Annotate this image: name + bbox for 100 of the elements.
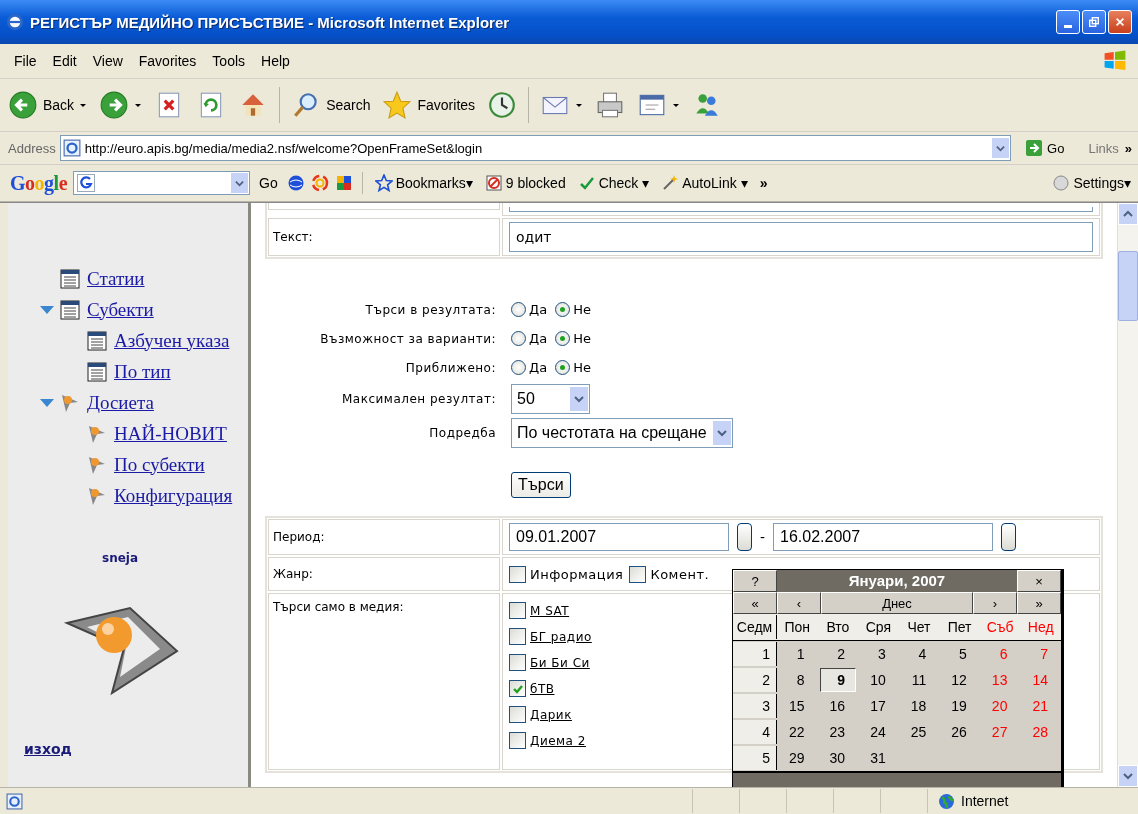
radio-button[interactable] [511, 331, 526, 346]
radio-button[interactable] [555, 302, 571, 317]
checkbox[interactable] [509, 680, 526, 697]
bookmarks-button[interactable]: Bookmarks▾ [371, 174, 476, 192]
close-button[interactable] [1108, 10, 1132, 34]
calendar-day[interactable]: 18 [900, 694, 938, 718]
dropdown-button[interactable] [231, 173, 248, 193]
calendar-nav-button[interactable]: › [973, 592, 1017, 614]
calendar-nav-button[interactable]: ‹ [777, 592, 821, 614]
checkbox[interactable] [509, 732, 526, 749]
media-link[interactable]: Би Би Си [530, 655, 590, 670]
search-field[interactable] [73, 171, 250, 195]
puzzle-icon[interactable] [334, 174, 353, 192]
checkbox[interactable] [509, 565, 526, 583]
media-link[interactable]: Диема 2 [530, 733, 586, 748]
help-button[interactable]: ? [733, 570, 777, 592]
radio-button[interactable] [555, 331, 571, 346]
checkbox[interactable] [629, 565, 647, 583]
checkbox[interactable] [509, 602, 526, 619]
calendar-day[interactable]: 30 [819, 746, 857, 770]
tree-link[interactable]: Конфигурация [114, 484, 233, 507]
autolink-button[interactable]: AutoLink ▾ [658, 174, 751, 192]
calendar-day[interactable]: 22 [779, 720, 816, 744]
expand-arrow-icon[interactable] [40, 305, 54, 314]
calendar-day[interactable]: 15 [779, 694, 816, 718]
text-input[interactable]: одит [509, 222, 1093, 252]
calendar-day[interactable]: 8 [779, 668, 816, 692]
menu-item[interactable]: Edit [44, 53, 85, 69]
calendar-nav-button[interactable]: Днес [821, 592, 973, 614]
scroll-down-button[interactable] [1118, 765, 1138, 787]
calendar-day[interactable]: 26 [941, 720, 978, 744]
calendar-day[interactable]: 1 [779, 642, 816, 666]
calendar-day[interactable]: 25 [900, 720, 938, 744]
dropdown-button[interactable] [992, 138, 1010, 158]
checkbox[interactable] [509, 706, 526, 723]
tree-link[interactable]: Субекти [87, 298, 154, 321]
scrollbar-thumb[interactable] [1118, 251, 1138, 321]
scroll-up-button[interactable] [1118, 203, 1138, 225]
radio-button[interactable] [555, 360, 571, 375]
back-button[interactable]: Back [4, 88, 92, 122]
menu-item[interactable]: File [6, 53, 45, 69]
text-input[interactable] [509, 206, 1093, 212]
calendar-day[interactable]: 2 [819, 642, 857, 666]
expand-arrow-icon[interactable] [40, 398, 54, 407]
calendar-day[interactable]: 11 [900, 668, 938, 692]
search-button[interactable]: Търси [511, 472, 571, 498]
calendar-day[interactable]: 4 [900, 642, 938, 666]
calendar-button[interactable] [737, 523, 752, 551]
sort-order-dropdown[interactable]: По честотата на срещане [511, 418, 733, 448]
media-link[interactable]: M SAT [530, 603, 570, 618]
tree-link[interactable]: Азбучен указа [114, 329, 230, 352]
calendar-day[interactable]: 3 [860, 642, 897, 666]
calendar-day[interactable]: 23 [819, 720, 857, 744]
menu-item[interactable]: View [84, 53, 131, 69]
minimize-button[interactable] [1056, 10, 1080, 34]
menu-item[interactable]: Help [253, 53, 298, 69]
favorites-button[interactable]: Favorites [378, 88, 480, 122]
calendar-day[interactable]: 16 [819, 694, 857, 718]
settings-button[interactable]: Settings▾ [1049, 174, 1134, 192]
calendar-nav-button[interactable]: » [1017, 592, 1061, 614]
go-button[interactable]: Go [256, 175, 281, 191]
calendar-day[interactable]: 24 [860, 720, 897, 744]
calendar-button[interactable] [1001, 523, 1017, 551]
more-button[interactable]: » [756, 175, 771, 191]
calendar-day[interactable]: 9 [819, 668, 857, 692]
calendar-day[interactable]: 10 [860, 668, 897, 692]
tree-link[interactable]: По тип [114, 360, 171, 383]
calendar-day[interactable]: 29 [779, 746, 816, 770]
tree-link[interactable]: По субекти [114, 453, 205, 476]
close-button[interactable]: × [1017, 570, 1061, 592]
links-label[interactable]: Links [1088, 140, 1119, 156]
checkbox[interactable] [509, 628, 526, 645]
calendar-day[interactable]: 19 [941, 694, 978, 718]
calendar-day[interactable]: 31 [860, 746, 897, 770]
media-link[interactable]: Дарик [530, 707, 572, 722]
date-input[interactable]: 09.01.2007 [509, 523, 729, 551]
logout-link[interactable]: изход [24, 741, 72, 757]
radio-button[interactable] [511, 360, 526, 375]
go-button[interactable]: Go [1019, 138, 1071, 158]
check-button[interactable]: Check ▾ [574, 174, 653, 192]
swirl-icon[interactable] [310, 174, 329, 192]
calendar-day[interactable]: 17 [860, 694, 897, 718]
tree-link[interactable]: Досиета [87, 391, 154, 414]
date-input[interactable]: 16.02.2007 [773, 523, 994, 551]
menu-item[interactable]: Tools [204, 53, 254, 69]
blocked-button[interactable]: 9 blocked [481, 174, 569, 192]
media-link[interactable]: бТВ [530, 681, 555, 696]
tree-link[interactable]: НАЙ-НОВИТ [114, 422, 227, 445]
max-results-dropdown[interactable]: 50 [511, 384, 590, 414]
links-more-button[interactable]: » [1122, 140, 1134, 156]
address-field[interactable]: http://euro.apis.bg/media/media2.nsf/welcome?OpenFrameSet&login [59, 135, 1012, 161]
search-button[interactable]: Search [287, 88, 375, 122]
checkbox[interactable] [509, 654, 526, 671]
calendar-day[interactable]: 5 [941, 642, 978, 666]
menu-item[interactable]: Favorites [130, 53, 205, 69]
calendar-nav-button[interactable]: « [733, 592, 777, 614]
tree-link[interactable]: Статии [87, 267, 145, 290]
media-link[interactable]: БГ радио [530, 629, 592, 644]
calendar-day[interactable]: 12 [941, 668, 978, 692]
radio-button[interactable] [511, 302, 526, 317]
